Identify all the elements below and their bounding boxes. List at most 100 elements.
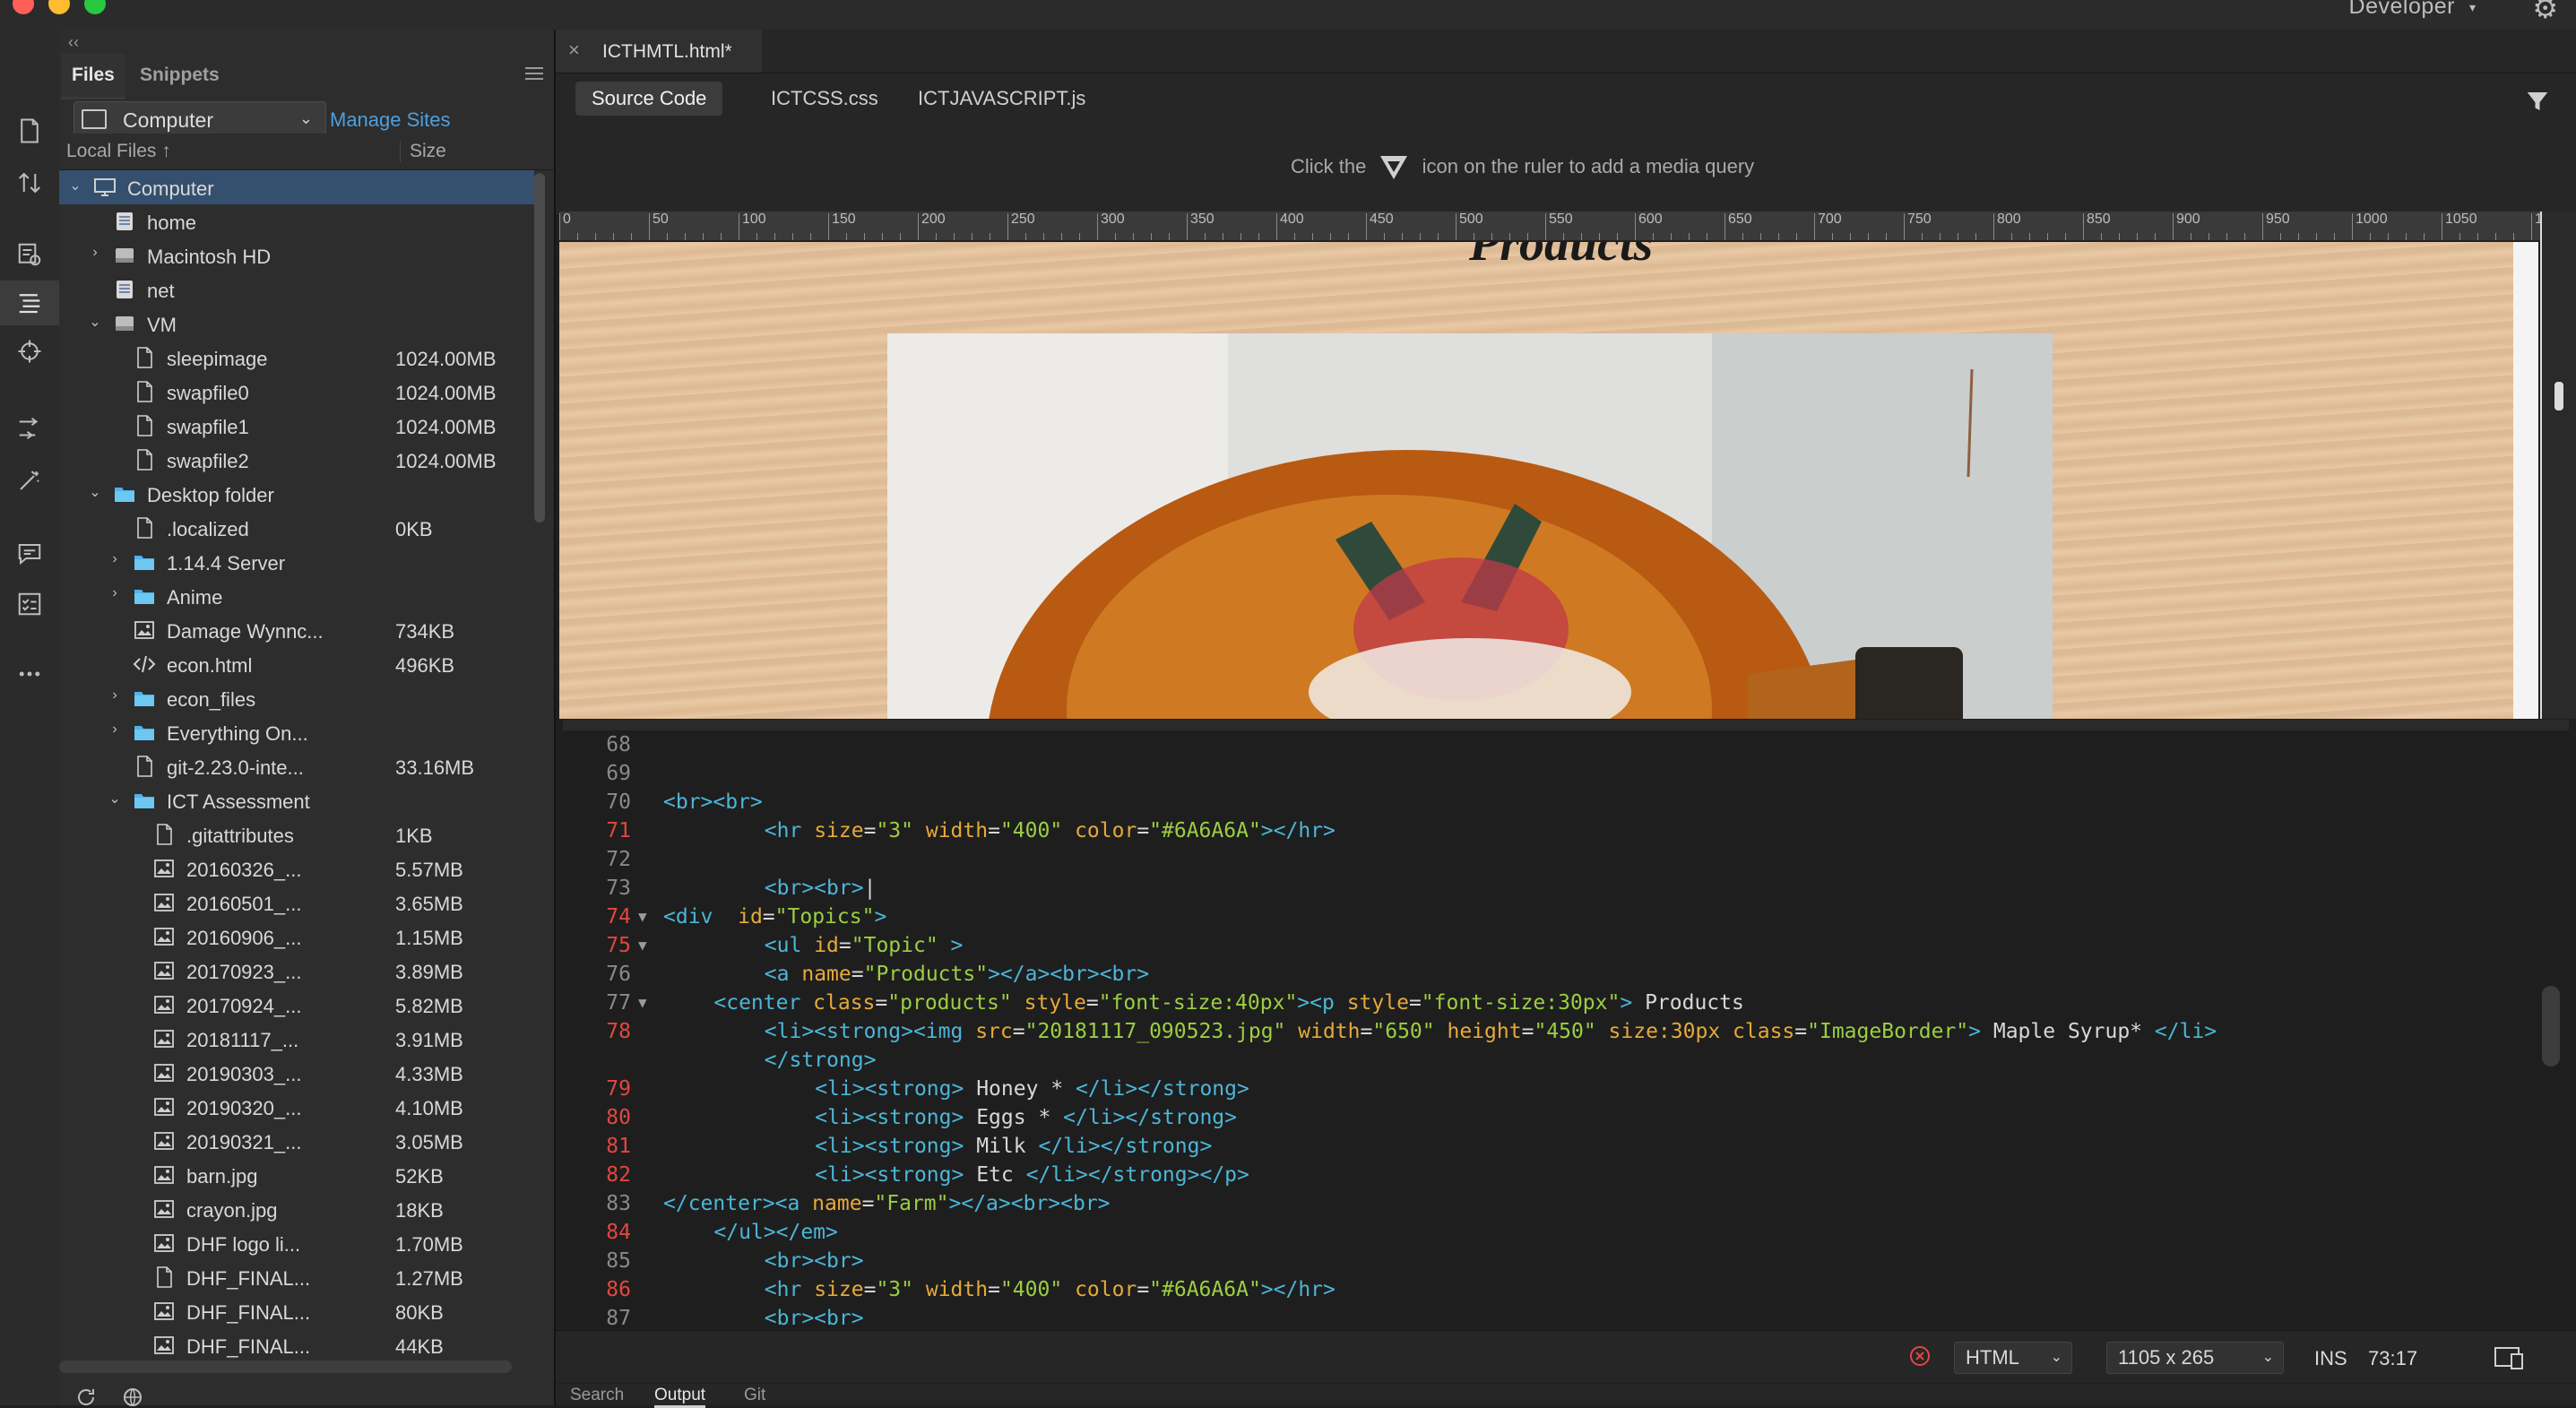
folder-row[interactable]: ⌄ Desktop folder (59, 477, 534, 511)
vertical-scrollbar[interactable] (534, 173, 545, 523)
code-line[interactable]: 86 <hr size="3" width="400" color="#6A6A6… (563, 1275, 2569, 1304)
live-view-scrollbar[interactable] (2542, 212, 2576, 719)
file-row[interactable]: sleepimage 1024.00MB (59, 341, 534, 375)
chevron-down-icon[interactable]: ▾ (2469, 0, 2476, 15)
related-file-js[interactable]: ICTJAVASCRIPT.js (902, 82, 1102, 116)
file-row[interactable]: 20170923_... 3.89MB (59, 954, 534, 988)
horizontal-scrollbar[interactable] (59, 1360, 512, 1373)
code-line[interactable]: 79 <li><strong> Honey * </li></strong> (563, 1075, 2569, 1103)
tab-search[interactable]: Search (570, 1386, 624, 1405)
close-window-button[interactable] (13, 0, 34, 14)
code-line[interactable]: 77 ▼ <center class="products" style="font-… (563, 989, 2569, 1017)
code-line[interactable]: 75 ▼ <ul id="Topic" > (563, 931, 2569, 960)
split-divider[interactable] (563, 720, 2569, 730)
new-document-tool[interactable] (0, 108, 59, 153)
filter-icon[interactable] (2524, 88, 2551, 115)
code-line[interactable]: 87 <br><br> (563, 1304, 2569, 1328)
tab-files[interactable]: Files (61, 54, 125, 99)
file-row[interactable]: git-2.23.0-inte... 33.16MB (59, 749, 534, 783)
chevron-right-icon[interactable]: › (106, 687, 124, 704)
file-row[interactable]: › Macintosh HD (59, 238, 534, 272)
refresh-icon[interactable] (75, 1386, 97, 1408)
panel-menu-icon[interactable] (525, 67, 543, 82)
chevron-right-icon[interactable]: › (106, 721, 124, 738)
code-line[interactable]: 76 <a name="Products"></a><br><br> (563, 960, 2569, 989)
code-line[interactable]: 84 </ul></em> (563, 1218, 2569, 1247)
column-local-files[interactable]: Local Files ↑ (66, 141, 171, 162)
fold-arrow-icon[interactable]: ▼ (638, 989, 647, 1017)
file-row[interactable]: 20160326_... 5.57MB (59, 851, 534, 885)
checklist-tool[interactable] (0, 582, 59, 626)
file-transfer-tool[interactable] (0, 160, 59, 205)
code-line[interactable]: 70 <br><br> (563, 788, 2569, 816)
code-scrollbar[interactable] (2542, 986, 2560, 1067)
chevron-right-icon[interactable]: › (106, 585, 124, 601)
fold-arrow-icon[interactable]: ▼ (638, 931, 647, 960)
close-icon[interactable]: × (568, 39, 580, 62)
workspace-switcher[interactable]: Developer (2349, 0, 2455, 20)
document-tab[interactable]: × ICTHMTL.html* (556, 30, 762, 73)
language-select[interactable]: HTML ⌄ (1954, 1342, 2072, 1374)
code-line[interactable]: 72 (563, 845, 2569, 874)
tab-output[interactable]: Output (654, 1386, 706, 1408)
code-view[interactable]: 68 69 70 <br><br> 71 <hr size="3" width="400"… (563, 730, 2569, 1328)
folder-row[interactable]: › 1.14.4 Server (59, 545, 534, 579)
code-line[interactable]: 82 <li><strong> Etc </li></strong></p> (563, 1161, 2569, 1189)
chevron-down-icon[interactable]: ⌄ (106, 790, 124, 808)
file-row[interactable]: DHF_FINAL... 80KB (59, 1294, 534, 1328)
column-size[interactable]: Size (400, 141, 446, 162)
comments-tool[interactable] (0, 531, 59, 576)
file-row[interactable]: DHF_FINAL... 44KB (59, 1328, 534, 1362)
live-view[interactable]: Products (559, 242, 2513, 719)
error-icon[interactable] (1909, 1345, 1931, 1367)
folder-row[interactable]: › econ_files (59, 681, 534, 715)
code-line[interactable]: 74 ▼ <div id="Topics"> (563, 903, 2569, 931)
code-line[interactable]: 71 <hr size="3" width="400" color="#6A6A6… (563, 816, 2569, 845)
dom-tool[interactable] (0, 281, 59, 325)
code-line[interactable]: </strong> (563, 1046, 2569, 1075)
file-row[interactable]: DHF logo li... 1.70MB (59, 1226, 534, 1260)
insert-mode[interactable]: INS (2314, 1347, 2347, 1370)
behaviors-tool[interactable] (0, 458, 59, 503)
file-row[interactable]: 20190303_... 4.33MB (59, 1056, 534, 1090)
file-row[interactable]: ⌄ VM (59, 307, 534, 341)
insert-tool[interactable] (0, 232, 59, 277)
live-scroll-thumb[interactable] (2554, 382, 2563, 410)
file-row[interactable]: 20190320_... 4.10MB (59, 1090, 534, 1124)
chevron-down-icon[interactable]: ⌄ (66, 177, 84, 194)
file-row[interactable]: 20190321_... 3.05MB (59, 1124, 534, 1158)
related-file-source-code[interactable]: Source Code (575, 82, 723, 116)
css-transitions-tool[interactable] (0, 406, 59, 451)
file-row[interactable]: DHF_FINAL... 1.27MB (59, 1260, 534, 1294)
chevron-right-icon[interactable]: › (106, 551, 124, 567)
file-row[interactable]: home (59, 204, 534, 238)
css-designer-tool[interactable] (0, 329, 59, 374)
code-line[interactable]: 80 <li><strong> Eggs * </li></strong> (563, 1103, 2569, 1132)
file-row[interactable]: 20170924_... 5.82MB (59, 988, 534, 1022)
site-select[interactable]: Computer ⌄ (73, 101, 326, 137)
file-row[interactable]: swapfile2 1024.00MB (59, 443, 534, 477)
chevron-right-icon[interactable]: › (86, 245, 104, 261)
minimize-window-button[interactable] (48, 0, 70, 14)
fold-arrow-icon[interactable]: ▼ (638, 903, 647, 931)
file-row[interactable]: .localized 0KB (59, 511, 534, 545)
maximize-window-button[interactable] (84, 0, 106, 14)
tab-git[interactable]: Git (744, 1386, 765, 1405)
more-tools[interactable] (0, 652, 59, 696)
code-line[interactable]: 78 <li><strong><img src="20181117_090523.… (563, 1017, 2569, 1046)
file-row[interactable]: swapfile1 1024.00MB (59, 409, 534, 443)
related-file-css[interactable]: ICTCSS.css (755, 82, 895, 116)
code-line[interactable]: 68 (563, 730, 2569, 759)
code-line[interactable]: 85 <br><br> (563, 1247, 2569, 1275)
file-row[interactable]: ⌄ Computer (59, 170, 534, 204)
file-row[interactable]: .gitattributes 1KB (59, 817, 534, 851)
collapse-panel-icon[interactable]: ‹‹ (68, 33, 79, 52)
file-row[interactable]: econ.html 496KB (59, 647, 534, 681)
file-row[interactable]: Damage Wynnc... 734KB (59, 613, 534, 647)
code-line[interactable]: 81 <li><strong> Milk </li></strong> (563, 1132, 2569, 1161)
file-row[interactable]: 20160906_... 1.15MB (59, 920, 534, 954)
file-row[interactable]: swapfile0 1024.00MB (59, 375, 534, 409)
manage-sites-link[interactable]: Manage Sites (330, 108, 451, 132)
tab-snippets[interactable]: Snippets (129, 54, 230, 97)
folder-row[interactable]: › Everything On... (59, 715, 534, 749)
